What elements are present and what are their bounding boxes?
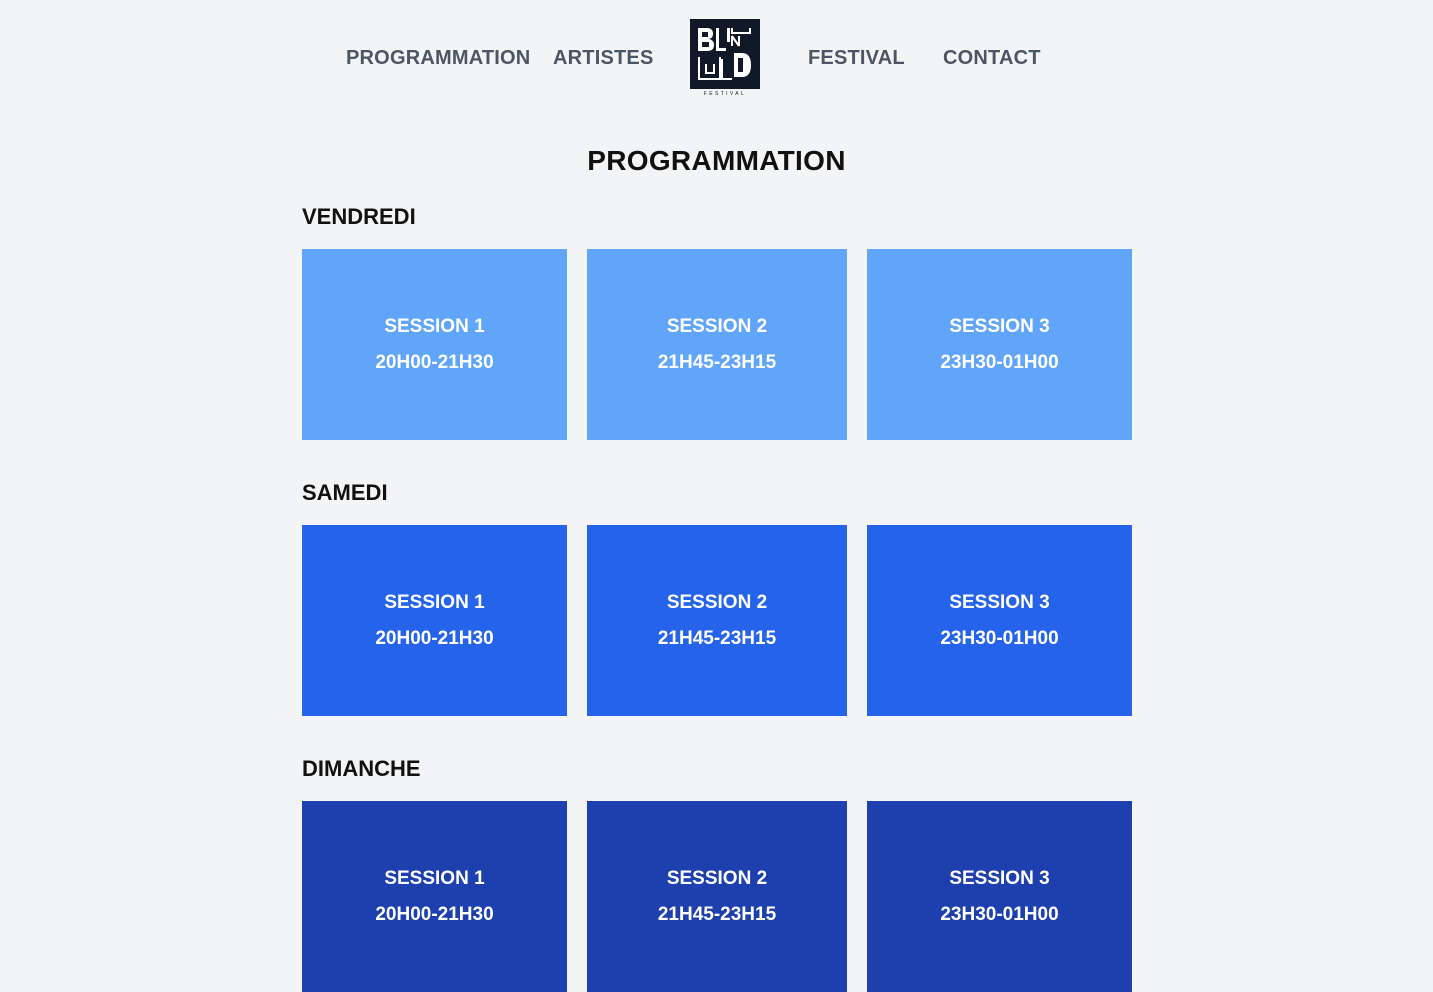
session-time: 20H00-21H30 bbox=[375, 351, 494, 373]
main-nav: PROGRAMMATION ARTISTES FESTIVAL FESTIVAL… bbox=[0, 0, 1433, 120]
session-card[interactable]: SESSION 3 23H30-01H00 bbox=[867, 525, 1132, 716]
session-card[interactable]: SESSION 2 21H45-23H15 bbox=[587, 525, 847, 716]
session-label: SESSION 2 bbox=[666, 315, 768, 337]
session-label: SESSION 1 bbox=[384, 867, 485, 889]
session-card[interactable]: SESSION 2 21H45-23H15 bbox=[587, 801, 847, 992]
session-time: 23H30-01H00 bbox=[940, 627, 1059, 649]
blind-logo-icon: FESTIVAL bbox=[690, 19, 760, 97]
session-label: SESSION 2 bbox=[666, 591, 768, 613]
session-card[interactable]: SESSION 3 23H30-01H00 bbox=[867, 249, 1132, 440]
session-time: 21H45-23H15 bbox=[657, 351, 777, 373]
session-label: SESSION 3 bbox=[949, 315, 1050, 337]
logo-subtitle: FESTIVAL bbox=[704, 91, 746, 97]
nav-link-programmation[interactable]: PROGRAMMATION bbox=[346, 47, 530, 70]
session-label: SESSION 3 bbox=[949, 591, 1050, 613]
session-label: SESSION 2 bbox=[666, 867, 768, 889]
day-title-samedi: SAMEDI bbox=[302, 480, 388, 505]
nav-link-festival[interactable]: FESTIVAL bbox=[808, 47, 905, 70]
day-title-vendredi: VENDREDI bbox=[302, 204, 416, 229]
session-card[interactable]: SESSION 3 23H30-01H00 bbox=[867, 801, 1132, 992]
nav-link-artistes[interactable]: ARTISTES bbox=[553, 47, 654, 70]
session-time: 23H30-01H00 bbox=[940, 903, 1059, 925]
session-time: 20H00-21H30 bbox=[375, 903, 494, 925]
session-card[interactable]: SESSION 1 20H00-21H30 bbox=[302, 801, 567, 992]
nav-link-contact[interactable]: CONTACT bbox=[943, 47, 1041, 70]
session-label: SESSION 3 bbox=[949, 867, 1050, 889]
session-card[interactable]: SESSION 1 20H00-21H30 bbox=[302, 525, 567, 716]
session-card[interactable]: SESSION 2 21H45-23H15 bbox=[587, 249, 847, 440]
session-time: 21H45-23H15 bbox=[657, 627, 777, 649]
day-title-dimanche: DIMANCHE bbox=[302, 756, 421, 781]
session-time: 21H45-23H15 bbox=[657, 903, 777, 925]
festival-logo[interactable]: FESTIVAL bbox=[690, 19, 760, 97]
page-title: PROGRAMMATION bbox=[587, 145, 846, 176]
session-card[interactable]: SESSION 1 20H00-21H30 bbox=[302, 249, 567, 440]
session-time: 20H00-21H30 bbox=[375, 627, 494, 649]
session-label: SESSION 1 bbox=[384, 591, 485, 613]
session-label: SESSION 1 bbox=[384, 315, 485, 337]
session-time: 23H30-01H00 bbox=[940, 351, 1059, 373]
